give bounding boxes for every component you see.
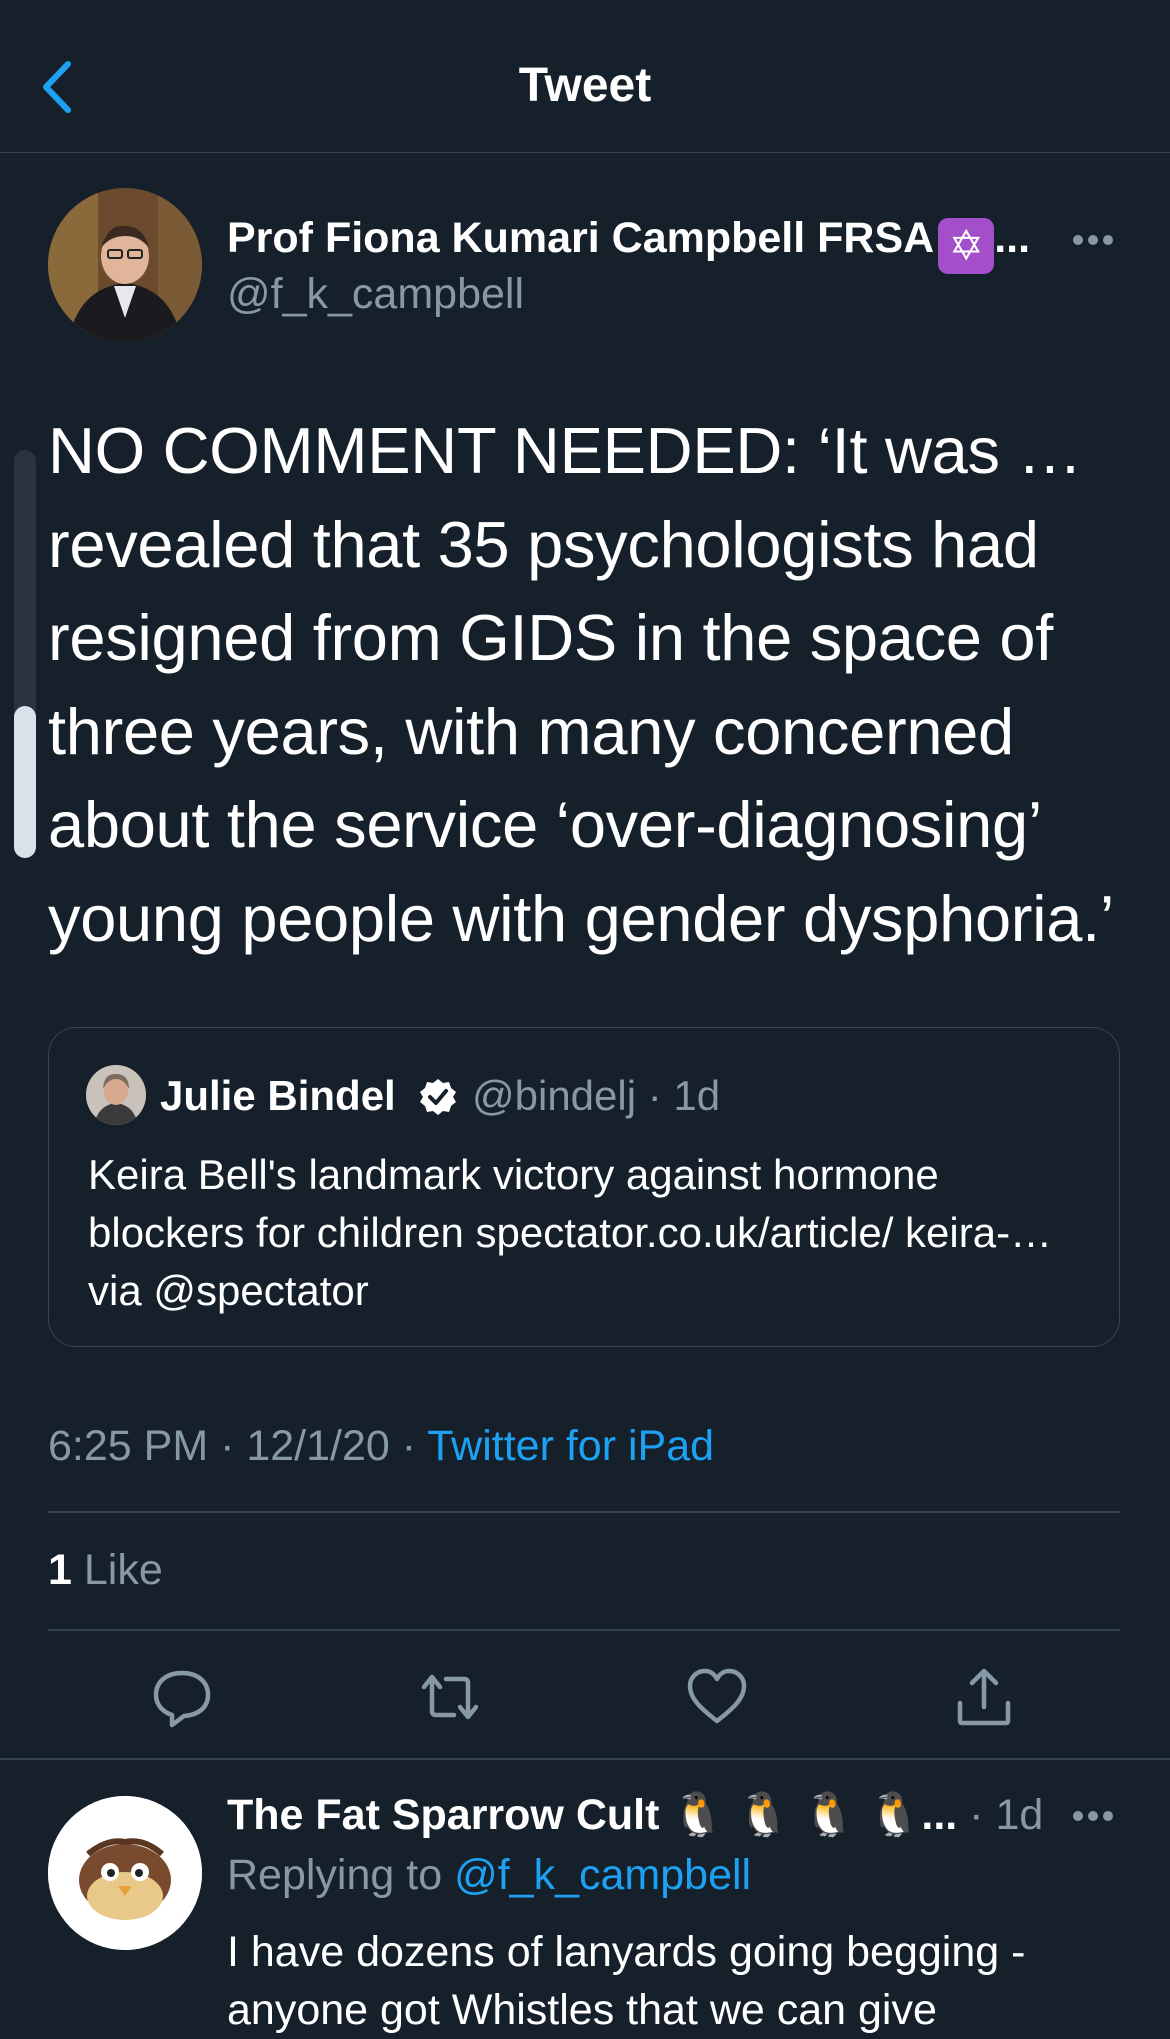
more-options-button[interactable] (1073, 232, 1119, 246)
reply-author-name[interactable]: The Fat Sparrow Cult 🐧 🐧 🐧 🐧... · 1d (227, 1786, 1047, 1844)
page-title: Tweet (518, 59, 652, 112)
verified-icon (418, 1077, 458, 1117)
retweet-button[interactable] (418, 1665, 482, 1729)
reply-text: I have dozens of lanyards going begging … (227, 1928, 1026, 2034)
author-avatar[interactable] (48, 188, 202, 342)
quoted-author-name: Julie Bindel (160, 1072, 396, 1119)
replying-to-handle-link[interactable]: @f_k_campbell (454, 1851, 751, 1899)
replying-to: Replying to @f_k_campbell (227, 1851, 752, 1899)
scrollbar-thumb[interactable] (14, 706, 36, 858)
tweet-source-link[interactable]: Twitter for iPad (427, 1422, 714, 1470)
reply-icon (153, 1670, 211, 1728)
quoted-author-avatar (86, 1065, 146, 1125)
divider (48, 1629, 1120, 1631)
like-button[interactable] (685, 1665, 749, 1729)
divider (48, 1511, 1120, 1513)
divider (0, 1758, 1170, 1760)
likes-count[interactable]: 1 Like (48, 1538, 163, 1602)
star-of-david-badge: ✡ (938, 218, 995, 274)
author-name[interactable]: Prof Fiona Kumari Campbell FRSA ✡... (227, 210, 1047, 274)
reply-button[interactable] (150, 1665, 214, 1729)
share-icon (957, 1668, 1011, 1726)
retweet-icon (421, 1674, 479, 1720)
more-icon (1073, 1811, 1083, 1821)
reply-author-avatar[interactable] (48, 1796, 202, 1950)
share-button[interactable] (952, 1665, 1016, 1729)
author-handle[interactable]: @f_k_campbell (227, 266, 524, 322)
more-icon (1073, 235, 1083, 245)
quoted-author-handle: @bindelj · 1d (472, 1072, 721, 1119)
reply-more-options-button[interactable] (1073, 1808, 1119, 1822)
reply-time: · 1d (957, 1791, 1044, 1839)
reply-author-emojis: 🐧 🐧 🐧 🐧 (671, 1791, 922, 1839)
heart-icon (687, 1668, 747, 1724)
tweet-text: NO COMMENT NEEDED: ‘It was …revealed tha… (48, 414, 1115, 955)
tweet-timestamp: 6:25 PM · 12/1/20 · Twitter for iPad (48, 1422, 715, 1470)
quoted-tweet-text: Keira Bell's landmark victory against ho… (88, 1151, 1053, 1314)
